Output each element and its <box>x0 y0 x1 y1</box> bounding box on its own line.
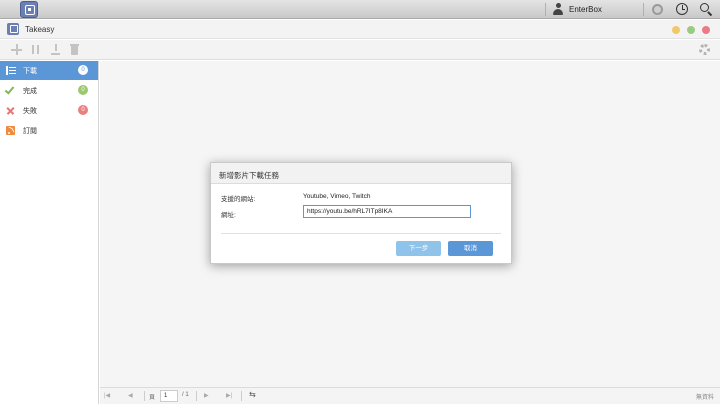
supported-sites-label: 支援的網站: <box>221 196 256 203</box>
first-page-icon[interactable]: |◀ <box>104 392 110 399</box>
search-icon[interactable] <box>700 3 709 12</box>
count-badge: 0 <box>78 65 88 75</box>
window-titlebar: Takeasy <box>0 20 720 39</box>
clock-icon[interactable] <box>676 3 688 15</box>
divider <box>545 3 546 16</box>
refresh-icon[interactable]: ⇆ <box>249 390 256 399</box>
prev-page-icon[interactable]: ◀ <box>128 392 133 399</box>
cancel-button[interactable]: 取消 <box>448 241 493 256</box>
page-number-input[interactable]: 1 <box>160 390 178 402</box>
sidebar-item-label: 訂閱 <box>23 128 37 135</box>
add-video-task-dialog: 新增影片下載任務 支援的網站: Youtube, Vimeo, Twitch 網… <box>210 162 512 264</box>
sidebar-item-downloading[interactable]: 下載 0 <box>0 61 98 80</box>
close-button[interactable] <box>702 26 710 34</box>
toolbar <box>0 40 720 60</box>
sidebar-item-label: 下載 <box>23 68 37 75</box>
list-icon <box>6 66 16 75</box>
sidebar-item-label: 失敗 <box>23 108 37 115</box>
total-pages: / 1 <box>182 392 189 398</box>
minimize-button[interactable] <box>672 26 680 34</box>
pagination-bar: |◀ ◀ 頁 1 / 1 ▶ ▶| ⇆ 無資料 <box>100 387 720 404</box>
pause-icon[interactable] <box>30 44 41 55</box>
notification-icon[interactable] <box>652 4 663 15</box>
sidebar-item-completed[interactable]: 完成 0 <box>0 81 98 100</box>
dialog-header: 新增影片下載任務 <box>211 163 511 184</box>
user-icon[interactable] <box>553 3 563 15</box>
sidebar-item-subscriptions[interactable]: 訂閱 <box>0 121 98 140</box>
sidebar-item-failed[interactable]: 失敗 0 <box>0 101 98 120</box>
window-title: Takeasy <box>25 25 55 34</box>
close-x-icon <box>6 106 15 115</box>
maximize-button[interactable] <box>687 26 695 34</box>
gear-icon[interactable] <box>699 44 710 55</box>
divider <box>241 391 242 401</box>
count-badge: 0 <box>78 105 88 115</box>
divider <box>643 3 644 16</box>
add-icon[interactable] <box>11 44 22 55</box>
sidebar-item-label: 完成 <box>23 88 37 95</box>
takeasy-app-icon <box>7 23 19 35</box>
url-label: 網址: <box>221 212 236 219</box>
divider <box>144 391 145 401</box>
check-icon <box>4 84 15 95</box>
sidebar: 下載 0 完成 0 失敗 0 訂閱 <box>0 61 99 404</box>
download-icon[interactable] <box>50 44 61 55</box>
no-data-text: 無資料 <box>696 395 715 401</box>
supported-sites-value: Youtube, Vimeo, Twitch <box>303 193 371 200</box>
page-label: 頁 <box>149 395 156 401</box>
user-name[interactable]: EnterBox <box>569 5 602 14</box>
rss-icon <box>6 126 15 135</box>
count-badge: 0 <box>78 85 88 95</box>
next-page-icon[interactable]: ▶ <box>204 392 209 399</box>
next-button[interactable]: 下一步 <box>396 241 441 256</box>
last-page-icon[interactable]: ▶| <box>226 392 232 399</box>
trash-icon[interactable] <box>69 44 80 55</box>
divider <box>196 391 197 401</box>
url-input[interactable] <box>303 205 471 218</box>
dialog-title: 新增影片下載任務 <box>219 171 279 180</box>
main-menu-icon[interactable] <box>20 1 38 18</box>
system-bar: EnterBox <box>0 0 720 19</box>
dialog-divider <box>221 233 501 234</box>
